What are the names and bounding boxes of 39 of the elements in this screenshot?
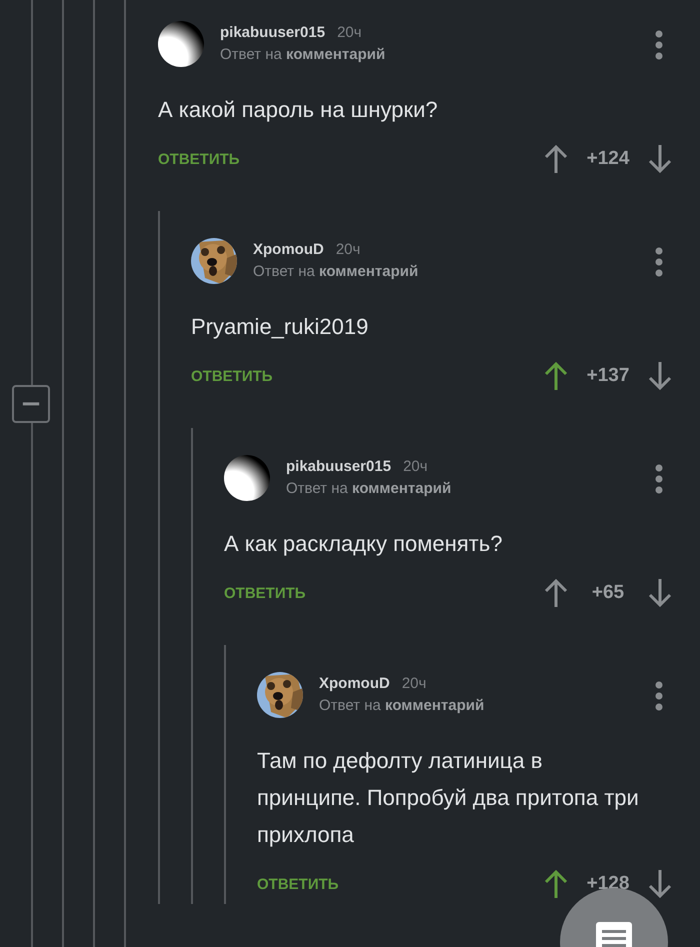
vote-score: +65 <box>590 582 626 604</box>
upvote-icon[interactable] <box>544 578 568 608</box>
upvote-icon[interactable] <box>544 869 568 899</box>
reply-to-text: Ответ на комментарий <box>286 480 452 497</box>
vote-score: +137 <box>586 365 630 387</box>
comment-time: 20ч <box>336 241 360 258</box>
reply-button[interactable]: ОТВЕТИТЬ <box>224 584 306 602</box>
reply-to-text: Ответ на комментарий <box>319 697 486 714</box>
comment-time: 20ч <box>337 24 362 41</box>
author-name[interactable]: XpomouD <box>253 241 324 258</box>
comment-text: Pryamie_ruki2019 <box>191 313 370 341</box>
author-name[interactable]: pikabuuser015 <box>286 458 392 475</box>
downvote-icon[interactable] <box>648 144 672 174</box>
reply-button[interactable]: ОТВЕТИТЬ <box>257 876 339 892</box>
more-icon[interactable] <box>655 464 663 494</box>
more-icon[interactable] <box>655 30 663 60</box>
comment-time: 20ч <box>403 458 428 475</box>
reply-button[interactable]: ОТВЕТИТЬ <box>191 368 273 384</box>
downvote-icon[interactable] <box>648 361 672 391</box>
downvote-icon[interactable] <box>648 578 672 608</box>
upvote-icon[interactable] <box>544 361 568 391</box>
comment-text: Там по дефолту латиница в принципе. Попробуй два притопа три прихлопа <box>257 747 640 849</box>
author-name[interactable]: XpomouD <box>319 675 390 692</box>
vote-score: +124 <box>586 148 630 170</box>
comment-text: А как раскладку поменять? <box>224 530 504 558</box>
author-name[interactable]: pikabuuser015 <box>220 24 326 41</box>
comment-text: А какой пароль на шнурки? <box>158 96 439 124</box>
collapse-button[interactable]: − <box>12 385 50 423</box>
comment-time: 20ч <box>402 675 426 692</box>
reply-button[interactable]: ОТВЕТИТЬ <box>158 150 240 168</box>
more-icon[interactable] <box>655 681 663 711</box>
reply-to-text: Ответ на комментарий <box>220 46 386 63</box>
more-icon[interactable] <box>655 247 663 277</box>
reply-to-text: Ответ на комментарий <box>253 263 420 280</box>
downvote-icon[interactable] <box>648 869 672 899</box>
upvote-icon[interactable] <box>544 144 568 174</box>
avatar-icon <box>158 21 204 67</box>
vote-score: +128 <box>586 873 630 895</box>
avatar-icon <box>224 455 270 501</box>
